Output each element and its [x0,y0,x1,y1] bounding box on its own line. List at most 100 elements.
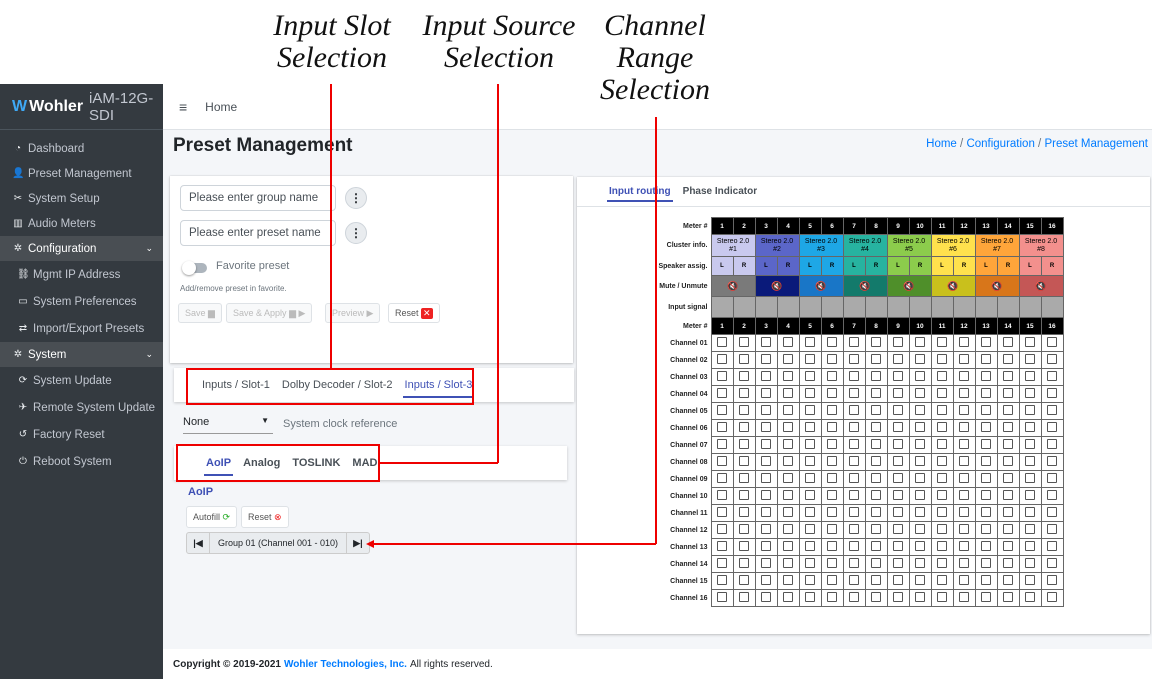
route-checkbox-cell[interactable] [710,504,734,522]
route-checkbox-cell[interactable] [952,470,976,488]
route-checkbox-cell[interactable] [754,419,778,437]
route-checkbox[interactable] [783,337,793,347]
route-checkbox-cell[interactable] [710,453,734,471]
chevron-down-icon[interactable]: ⌄ [145,243,153,254]
route-checkbox-cell[interactable] [1018,521,1042,539]
route-checkbox-cell[interactable] [842,368,866,386]
route-checkbox[interactable] [827,558,837,568]
route-checkbox[interactable] [1047,439,1057,449]
route-checkbox[interactable] [761,354,771,364]
route-checkbox[interactable] [1025,592,1035,602]
route-checkbox-cell[interactable] [820,453,844,471]
route-checkbox-cell[interactable] [732,436,756,454]
route-checkbox-cell[interactable] [732,351,756,369]
route-checkbox[interactable] [959,337,969,347]
route-checkbox[interactable] [849,592,859,602]
route-checkbox[interactable] [937,422,947,432]
route-checkbox-cell[interactable] [952,368,976,386]
route-checkbox[interactable] [805,354,815,364]
route-checkbox[interactable] [937,558,947,568]
route-checkbox[interactable] [717,541,727,551]
route-checkbox-cell[interactable] [820,538,844,556]
route-checkbox-cell[interactable] [952,572,976,590]
route-checkbox[interactable] [739,490,749,500]
route-checkbox[interactable] [1047,558,1057,568]
route-checkbox[interactable] [959,524,969,534]
route-checkbox[interactable] [871,473,881,483]
route-checkbox[interactable] [717,439,727,449]
route-checkbox-cell[interactable] [1040,487,1064,505]
route-checkbox[interactable] [783,456,793,466]
route-checkbox[interactable] [717,388,727,398]
route-checkbox[interactable] [849,524,859,534]
route-checkbox[interactable] [805,575,815,585]
route-checkbox-cell[interactable] [776,368,800,386]
route-checkbox-cell[interactable] [842,487,866,505]
route-checkbox-cell[interactable] [1018,368,1042,386]
route-checkbox[interactable] [1047,405,1057,415]
route-checkbox-cell[interactable] [1040,555,1064,573]
route-checkbox[interactable] [959,507,969,517]
route-checkbox-cell[interactable] [908,334,932,352]
route-checkbox-cell[interactable] [798,334,822,352]
route-checkbox[interactable] [915,405,925,415]
route-checkbox-cell[interactable] [820,521,844,539]
preview-button[interactable]: Preview ▶ [325,303,381,323]
route-checkbox[interactable] [761,456,771,466]
route-checkbox-cell[interactable] [1040,538,1064,556]
route-checkbox-cell[interactable] [930,385,954,403]
route-checkbox[interactable] [893,405,903,415]
route-checkbox[interactable] [783,541,793,551]
route-checkbox[interactable] [739,592,749,602]
route-checkbox[interactable] [871,575,881,585]
route-checkbox-cell[interactable] [908,521,932,539]
brand[interactable]: W Wohler iAM-12G-SDI [0,84,163,130]
route-checkbox-cell[interactable] [930,453,954,471]
route-checkbox-cell[interactable] [886,385,910,403]
route-checkbox-cell[interactable] [952,555,976,573]
route-checkbox-cell[interactable] [952,487,976,505]
route-checkbox-cell[interactable] [754,385,778,403]
route-checkbox[interactable] [849,388,859,398]
route-checkbox[interactable] [805,405,815,415]
speaker-assign[interactable]: L [754,256,778,276]
route-checkbox[interactable] [1047,354,1057,364]
route-checkbox[interactable] [761,473,771,483]
route-checkbox[interactable] [739,473,749,483]
route-checkbox[interactable] [717,490,727,500]
route-checkbox-cell[interactable] [732,521,756,539]
route-checkbox-cell[interactable] [710,538,734,556]
route-checkbox-cell[interactable] [886,368,910,386]
route-checkbox-cell[interactable] [996,436,1020,454]
route-checkbox-cell[interactable] [798,538,822,556]
route-checkbox-cell[interactable] [930,419,954,437]
route-checkbox-cell[interactable] [710,334,734,352]
route-checkbox-cell[interactable] [754,521,778,539]
route-checkbox-cell[interactable] [820,351,844,369]
route-checkbox-cell[interactable] [710,470,734,488]
route-checkbox-cell[interactable] [842,385,866,403]
route-checkbox-cell[interactable] [1040,589,1064,607]
route-checkbox-cell[interactable] [710,351,734,369]
route-checkbox-cell[interactable] [842,504,866,522]
route-checkbox[interactable] [1025,541,1035,551]
route-checkbox[interactable] [761,422,771,432]
route-checkbox-cell[interactable] [754,334,778,352]
route-checkbox-cell[interactable] [974,555,998,573]
route-checkbox[interactable] [915,439,925,449]
route-checkbox[interactable] [871,405,881,415]
speaker-assign[interactable]: L [842,256,866,276]
route-checkbox[interactable] [959,490,969,500]
hamburger-icon[interactable]: ≡ [179,99,187,115]
route-checkbox[interactable] [1025,422,1035,432]
sidebar-item-system-update[interactable]: ⟳ System Update [0,367,163,394]
route-checkbox-cell[interactable] [842,453,866,471]
route-checkbox-cell[interactable] [908,589,932,607]
route-checkbox-cell[interactable] [776,521,800,539]
route-checkbox-cell[interactable] [886,504,910,522]
route-checkbox[interactable] [739,541,749,551]
preset-menu-button[interactable]: ⋮ [345,222,367,244]
route-checkbox-cell[interactable] [710,419,734,437]
route-checkbox-cell[interactable] [908,453,932,471]
route-checkbox[interactable] [849,405,859,415]
